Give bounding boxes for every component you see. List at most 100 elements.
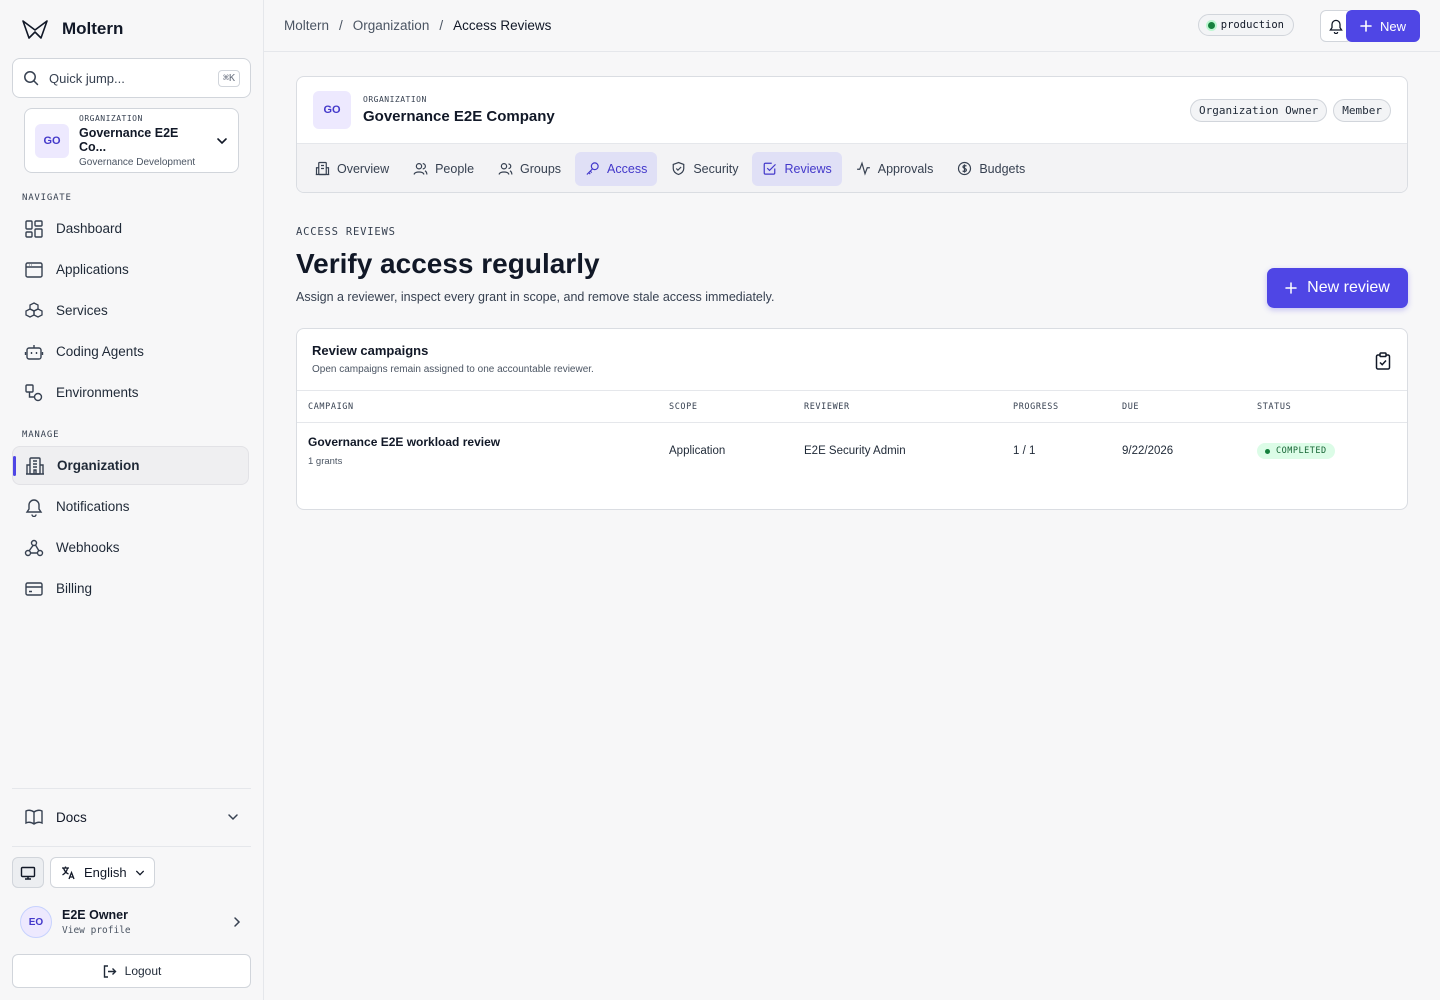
nav-item-billing[interactable]: Billing: [12, 569, 249, 608]
campaign-grants: 1 grants: [308, 456, 343, 467]
tab-groups[interactable]: Groups: [488, 152, 571, 186]
bell-icon: [24, 497, 44, 517]
campaign-scope: Application: [669, 445, 726, 457]
docs-toggle[interactable]: Docs: [12, 797, 251, 837]
nav-item-notifications[interactable]: Notifications: [12, 487, 249, 526]
search-icon: [23, 70, 39, 86]
nav-item-coding-agents[interactable]: Coding Agents: [12, 332, 249, 371]
role-badge-member: Member: [1333, 98, 1391, 122]
nav-item-webhooks[interactable]: Webhooks: [12, 528, 249, 567]
nav-item-services[interactable]: Services: [12, 291, 249, 330]
logout-icon: [102, 964, 117, 979]
quick-jump-search[interactable]: Quick jump... ⌘K: [12, 58, 251, 98]
environment-badge[interactable]: production: [1197, 14, 1294, 36]
moltern-logo-icon: [22, 18, 48, 40]
org-avatar: GO: [313, 91, 351, 129]
tab-overview[interactable]: Overview: [305, 152, 399, 186]
column-header-campaign[interactable]: CAMPAIGN: [308, 402, 354, 412]
view-profile-label: View profile: [62, 925, 131, 936]
breadcrumb-item[interactable]: Moltern: [284, 18, 329, 33]
org-selector-subtitle: Governance Development: [79, 156, 196, 168]
user-name: E2E Owner: [62, 908, 128, 922]
bot-icon: [24, 342, 44, 362]
new-review-label: New review: [1307, 279, 1390, 296]
logout-label: Logout: [124, 964, 162, 978]
tab-label: Security: [693, 161, 739, 176]
sidebar: Moltern Quick jump... ⌘K GO ORGANIZATION…: [0, 0, 264, 1000]
check-square-icon: [762, 161, 777, 176]
webhook-icon: [24, 538, 44, 558]
column-header-scope[interactable]: SCOPE: [669, 402, 698, 412]
new-button-label: New: [1379, 18, 1406, 34]
panel-title: Review campaigns: [312, 343, 429, 358]
users-icon: [413, 161, 428, 176]
breadcrumb-current: Access Reviews: [453, 18, 552, 33]
clipboard-check-icon: [1375, 352, 1391, 370]
org-selector-label: ORGANIZATION: [79, 113, 143, 123]
org-name: Governance E2E Company: [363, 108, 555, 125]
dashboard-icon: [24, 219, 44, 239]
column-header-reviewer[interactable]: REVIEWER: [804, 402, 850, 412]
tab-label: People: [435, 161, 475, 176]
organization-header: GO ORGANIZATION Governance E2E Company O…: [297, 77, 1407, 144]
tab-access[interactable]: Access: [575, 151, 658, 186]
book-icon: [24, 807, 44, 827]
app-name: Moltern: [62, 19, 124, 38]
building-icon: [315, 161, 330, 176]
language-select[interactable]: English: [50, 857, 155, 888]
campaign-due-date: 9/22/2026: [1122, 445, 1174, 457]
brand[interactable]: Moltern: [22, 18, 123, 40]
chevron-down-icon: [227, 811, 239, 823]
status-dot-icon: [1207, 21, 1215, 29]
nav-item-applications[interactable]: Applications: [12, 250, 249, 289]
credit-card-icon: [24, 579, 44, 599]
nav-label: Dashboard: [56, 221, 123, 236]
nav-label: Organization: [57, 458, 140, 473]
translate-icon: [61, 865, 76, 880]
nav-item-organization[interactable]: Organization: [12, 446, 249, 485]
column-header-due[interactable]: DUE: [1122, 402, 1139, 412]
review-campaigns-panel: Review campaigns Open campaigns remain a…: [296, 328, 1408, 510]
top-bar: Moltern / Organization / Access Reviews …: [264, 0, 1440, 52]
nav-item-dashboard[interactable]: Dashboard: [12, 209, 249, 248]
tab-budgets[interactable]: Budgets: [947, 152, 1035, 186]
nav-item-environments[interactable]: Environments: [12, 373, 249, 412]
column-header-status[interactable]: STATUS: [1257, 402, 1291, 412]
sidebar-divider: [12, 788, 251, 789]
shapes-icon: [24, 383, 44, 403]
new-review-button[interactable]: New review: [1267, 268, 1408, 308]
breadcrumb-separator: /: [339, 18, 343, 33]
chevron-down-icon: [135, 868, 145, 878]
breadcrumb: Moltern / Organization / Access Reviews: [284, 18, 551, 33]
bell-icon: [1328, 18, 1344, 34]
tab-approvals[interactable]: Approvals: [846, 152, 944, 186]
organization-selector[interactable]: GO ORGANIZATION Governance E2E Co... Gov…: [24, 108, 239, 173]
logout-button[interactable]: Logout: [12, 954, 251, 988]
table-header: CAMPAIGN SCOPE REVIEWER PROGRESS DUE STA…: [297, 391, 1407, 423]
nav-label: Webhooks: [56, 540, 120, 555]
language-label: English: [84, 865, 127, 880]
user-profile-link[interactable]: EO E2E Owner View profile: [12, 900, 251, 944]
campaign-name[interactable]: Governance E2E workload review: [308, 435, 500, 449]
nav-label: Billing: [56, 581, 93, 596]
dollar-icon: [957, 161, 972, 176]
avatar: EO: [20, 906, 52, 938]
theme-toggle-button[interactable]: [12, 857, 44, 888]
building-icon: [25, 456, 45, 476]
tab-reviews[interactable]: Reviews: [752, 151, 842, 186]
new-button[interactable]: New: [1346, 10, 1420, 42]
organization-tabs: Overview People Groups Access Security R…: [297, 144, 1407, 192]
page-title: Verify access regularly: [296, 248, 600, 279]
tab-people[interactable]: People: [403, 152, 484, 186]
column-header-progress[interactable]: PROGRESS: [1013, 402, 1059, 412]
tab-label: Reviews: [784, 161, 832, 176]
key-icon: [585, 161, 600, 176]
search-shortcut: ⌘K: [217, 69, 240, 87]
tab-security[interactable]: Security: [661, 152, 748, 186]
page-description: Assign a reviewer, inspect every grant i…: [296, 290, 775, 304]
docs-label: Docs: [56, 809, 87, 825]
nav-label: Services: [56, 303, 108, 318]
table-row[interactable]: Governance E2E workload review 1 grants …: [297, 423, 1407, 481]
environment-label: production: [1220, 19, 1284, 31]
breadcrumb-item[interactable]: Organization: [353, 18, 430, 33]
